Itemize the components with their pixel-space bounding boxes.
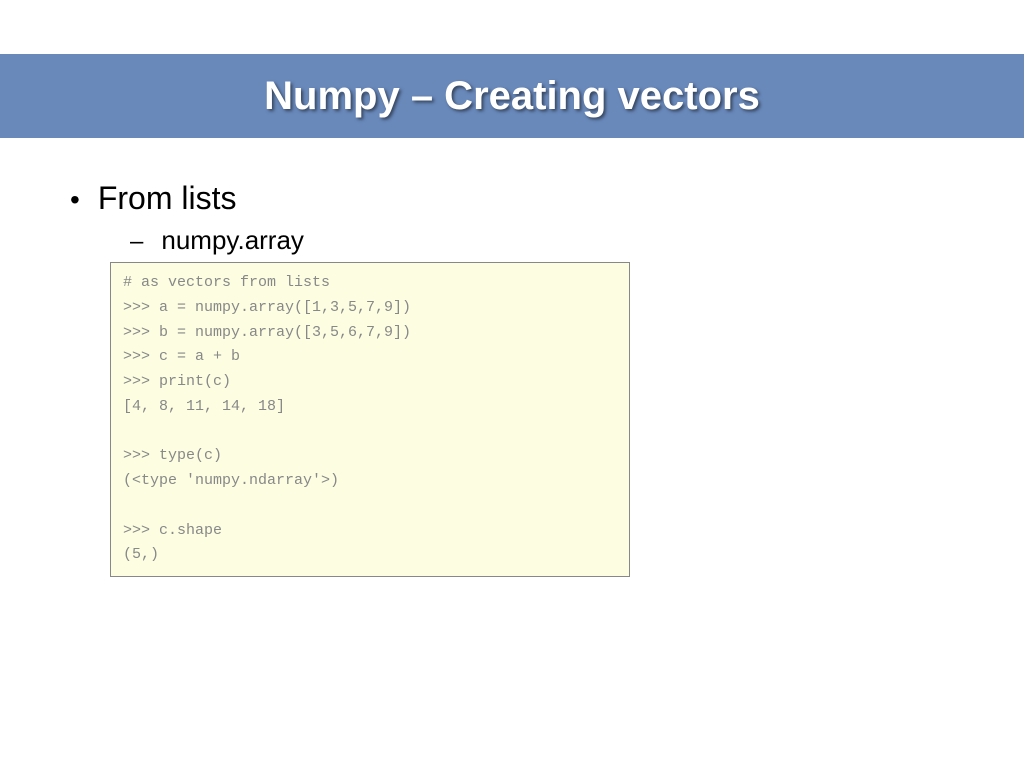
- bullet-text: From lists: [98, 180, 237, 217]
- bullet-marker: •: [70, 184, 80, 216]
- code-block: # as vectors from lists >>> a = numpy.ar…: [110, 262, 630, 577]
- bullet-from-lists: • From lists: [70, 180, 954, 217]
- slide: Numpy – Creating vectors • From lists – …: [0, 0, 1024, 768]
- sub-bullet-numpy-array: – numpy.array: [130, 225, 954, 256]
- slide-title: Numpy – Creating vectors: [264, 74, 760, 119]
- content-area: • From lists – numpy.array # as vectors …: [70, 180, 954, 577]
- title-bar: Numpy – Creating vectors: [0, 54, 1024, 138]
- sub-bullet-marker: –: [130, 228, 143, 256]
- sub-bullet-text: numpy.array: [161, 225, 304, 256]
